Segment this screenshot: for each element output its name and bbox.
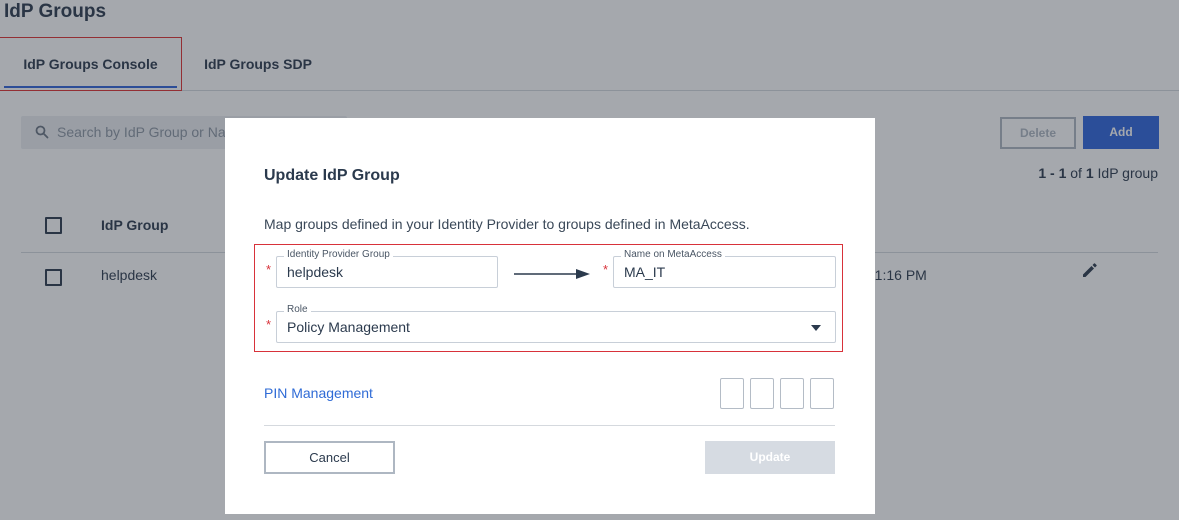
dialog-divider bbox=[264, 425, 835, 426]
chevron-down-icon bbox=[811, 325, 821, 331]
pin-management-link[interactable]: PIN Management bbox=[264, 385, 373, 401]
identity-provider-group-value: helpdesk bbox=[287, 264, 344, 280]
name-on-metaaccess-field[interactable]: Name on MetaAccess MA_IT bbox=[613, 249, 836, 288]
role-value: Policy Management bbox=[287, 319, 410, 335]
dialog-description: Map groups defined in your Identity Prov… bbox=[264, 216, 750, 232]
required-marker: * bbox=[266, 262, 272, 277]
pin-digit-input[interactable] bbox=[750, 378, 774, 409]
required-marker: * bbox=[266, 317, 272, 332]
required-marker: * bbox=[603, 262, 609, 277]
name-on-metaaccess-value: MA_IT bbox=[624, 264, 666, 280]
arrow-right-icon bbox=[514, 269, 590, 279]
pin-digit-input[interactable] bbox=[720, 378, 744, 409]
role-select[interactable]: Role Policy Management bbox=[276, 304, 836, 343]
pin-digit-input[interactable] bbox=[780, 378, 804, 409]
update-button[interactable]: Update bbox=[705, 441, 835, 474]
pin-digit-input[interactable] bbox=[810, 378, 834, 409]
dialog-title: Update IdP Group bbox=[264, 167, 400, 184]
cancel-button[interactable]: Cancel bbox=[264, 441, 395, 474]
identity-provider-group-field[interactable]: Identity Provider Group helpdesk bbox=[276, 249, 498, 288]
update-idp-group-dialog: Update IdP Group Map groups defined in y… bbox=[225, 118, 875, 514]
mapping-section: * Identity Provider Group helpdesk * Nam… bbox=[254, 244, 843, 352]
